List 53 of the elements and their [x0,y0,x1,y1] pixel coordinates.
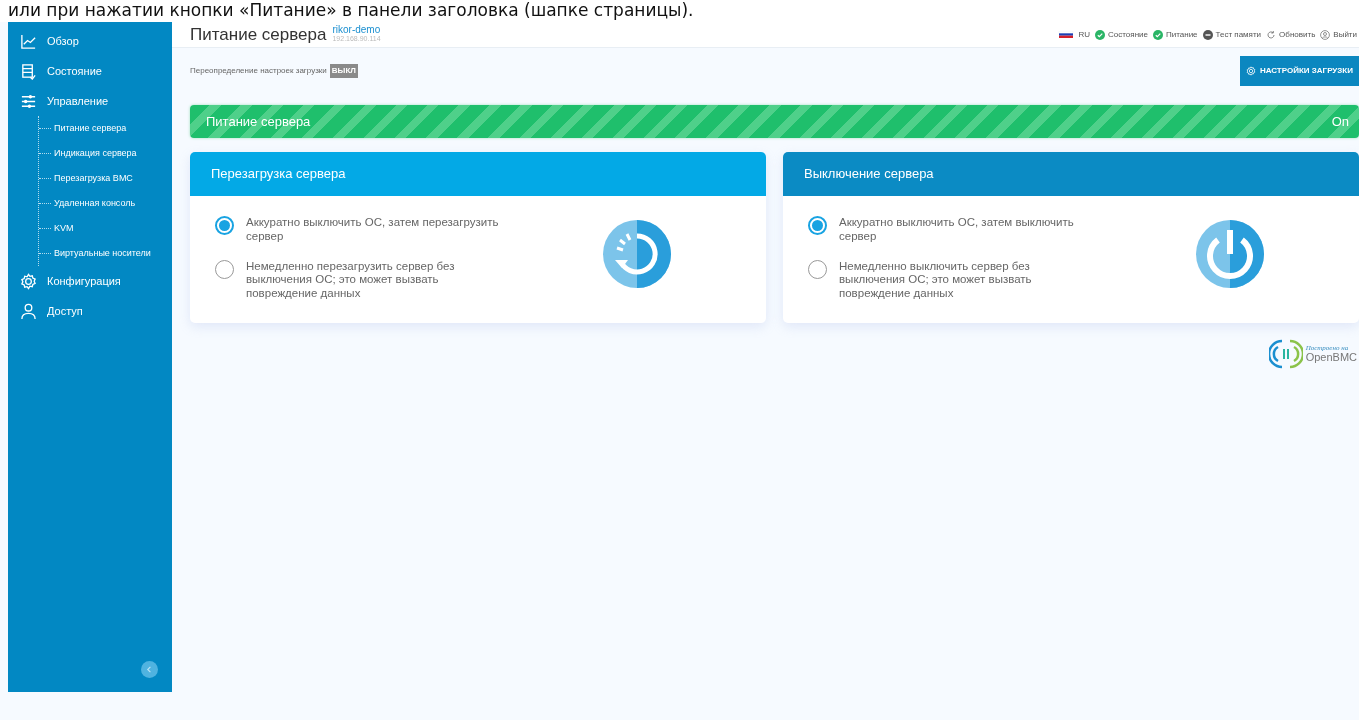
restart-icon [603,220,671,288]
sidebar-subitem[interactable]: Индикация сервера [39,141,172,166]
refresh-icon [1266,29,1277,40]
option-label: Аккуратно выключить ОС, затем перезагрузить сервер [246,216,500,244]
page-title: Питание сервера [190,23,327,46]
sidebar-subitem[interactable]: Виртуальные носители [39,241,172,266]
host-name: rikor-demo [332,25,381,35]
sidebar-item[interactable]: Конфигурация [8,266,172,296]
header-status-link[interactable]: RU [1057,28,1091,41]
boot-settings-button[interactable]: НАСТРОЙКИ ЗАГРУЗКИ [1239,56,1359,86]
option-label: Немедленно перезагрузить сервер без выключения ОС; это может вызвать повреждение данных [246,259,456,301]
power-bar-label: Питание сервера [206,112,311,131]
option-label: Аккуратно выключить ОС, затем выключить сервер [839,216,1075,244]
power-icon [1196,220,1264,288]
sidebar-subitem[interactable]: KVM [39,216,172,241]
sidebar-item[interactable]: Доступ [8,296,172,326]
power-state-value: On [1331,112,1349,131]
check-circle-icon [1152,29,1163,40]
check-circle-icon [1095,29,1106,40]
sidebar-subitem[interactable]: Питание сервера [39,116,172,141]
minus-circle-icon [1202,29,1213,40]
user-icon [20,302,37,320]
logo-brand: OpenBMC [1305,352,1357,363]
sidebar-item[interactable]: Состояние [8,56,172,86]
radio-button[interactable] [808,216,827,235]
header-status-link[interactable]: Питание [1152,28,1198,41]
user-circle-icon [1320,29,1331,40]
radio-button[interactable] [215,259,234,279]
radio-button[interactable] [808,259,827,279]
list-icon [20,62,37,80]
header-status-link[interactable]: Выйти [1320,28,1357,41]
gear-icon [1245,66,1256,76]
gear-icon [20,272,37,290]
sidebar-subitem[interactable]: Удаленная консоль [39,191,172,216]
status-tag: ВЫКЛ [329,64,358,78]
chart-icon [20,32,37,50]
collapse-button[interactable] [141,661,158,678]
chevron-left-icon [145,665,154,674]
sidebar-item[interactable]: Обзор [8,26,172,56]
flag-icon [1057,31,1076,38]
sliders-icon [20,92,37,110]
card-header: Перезагрузка сервера [190,152,766,196]
sidebar-subitem[interactable]: Перезагрузка BMC [39,166,172,191]
card-header: Выключение сервера [783,152,1359,196]
boot-override-label: Переопределение настроек загрузки [190,65,327,77]
header-status-link[interactable]: Состояние [1095,28,1148,41]
option-label: Немедленно выключить сервер без выключения ОС; это может вызвать повреждение данных [839,259,1033,301]
radio-button[interactable] [215,216,234,235]
circuit-logo-icon [1268,337,1303,371]
header-status-link[interactable]: Обновить [1266,28,1316,41]
header-status-link[interactable]: Тест памяти [1202,28,1262,41]
sidebar-item[interactable]: Управление [8,86,172,116]
document-caption: или при нажатии кнопки «Питание» в панели заголовка (шапке страницы). [0,0,1359,22]
